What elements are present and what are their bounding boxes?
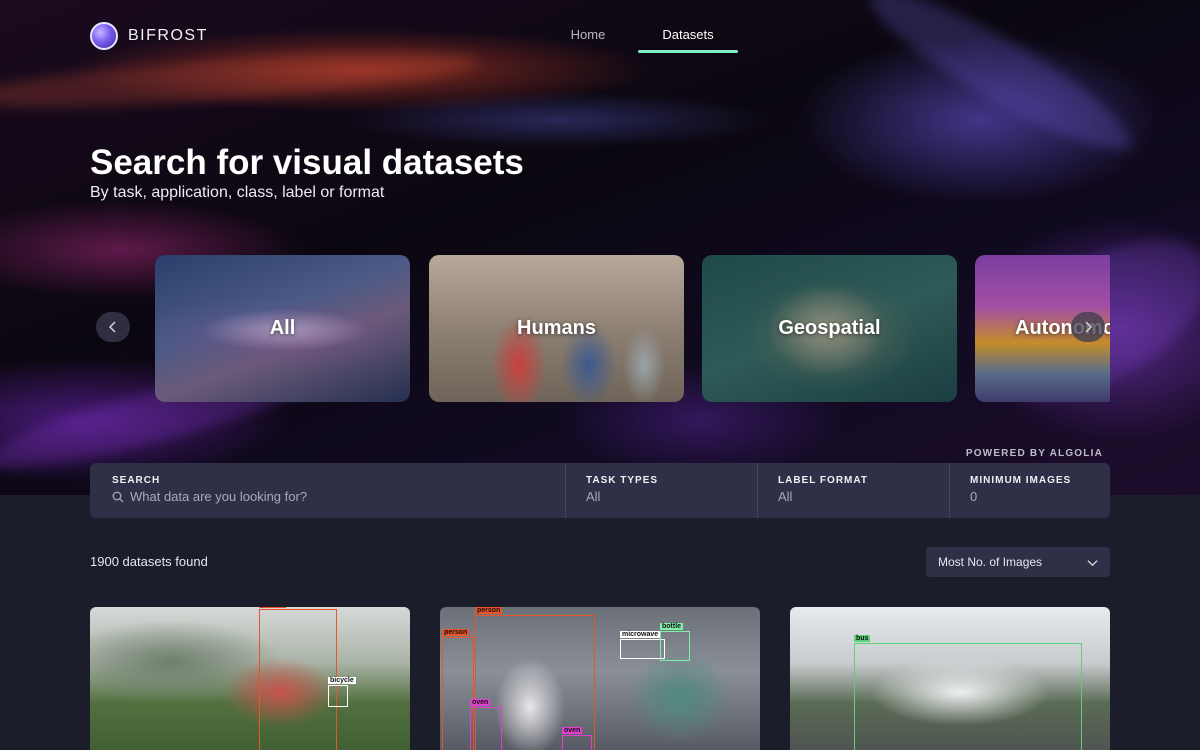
search-field[interactable]: SEARCH bbox=[90, 463, 566, 518]
dataset-card[interactable]: bus bbox=[790, 607, 1110, 750]
bounding-box-label: person bbox=[475, 607, 503, 614]
bounding-box: microwave bbox=[620, 631, 665, 659]
page-title: Search for visual datasets bbox=[90, 143, 524, 182]
bounding-box: bicycle bbox=[328, 677, 356, 707]
task-types-value: All bbox=[586, 489, 601, 504]
logo-icon bbox=[90, 22, 118, 50]
category-card-humans[interactable]: Humans bbox=[429, 255, 684, 402]
nav-item-datasets[interactable]: Datasets bbox=[638, 27, 738, 53]
nav-item-home[interactable]: Home bbox=[538, 27, 638, 53]
bounding-box: person bbox=[259, 607, 337, 750]
search-input[interactable] bbox=[130, 489, 550, 504]
dataset-card[interactable]: person person microwave bottle oven oven bbox=[440, 607, 760, 750]
bounding-box: oven bbox=[562, 727, 592, 750]
minimum-images-filter[interactable]: MINIMUM IMAGES 0 bbox=[950, 463, 1110, 518]
search-icon bbox=[112, 491, 124, 502]
bounding-box-label: bicycle bbox=[328, 677, 356, 684]
powered-by-label: POWERED BY ALGOLIA bbox=[965, 448, 1103, 459]
category-card-all[interactable]: All bbox=[155, 255, 410, 402]
category-card-label: All bbox=[269, 317, 296, 339]
label-format-value: All bbox=[778, 489, 793, 504]
category-card-geospatial[interactable]: Geospatial bbox=[702, 255, 957, 402]
label-format-filter[interactable]: LABEL FORMAT All bbox=[758, 463, 950, 518]
label-format-label: LABEL FORMAT bbox=[778, 475, 868, 486]
category-card-label: Humans bbox=[517, 317, 596, 339]
hero-banner bbox=[0, 0, 1200, 495]
bounding-box-label: bottle bbox=[660, 623, 684, 630]
bounding-box-label: bus bbox=[854, 635, 871, 642]
bounding-box-label: person bbox=[442, 629, 470, 636]
task-types-filter[interactable]: TASK TYPES All bbox=[566, 463, 758, 518]
minimum-images-value: 0 bbox=[970, 489, 978, 504]
chevron-down-icon bbox=[1087, 559, 1098, 566]
search-bar: SEARCH TASK TYPES All LABEL FORMAT All M… bbox=[90, 463, 1110, 518]
bounding-box: bottle bbox=[660, 623, 690, 661]
main-nav: Home Datasets bbox=[560, 27, 738, 53]
carousel-prev-button[interactable] bbox=[96, 312, 130, 342]
chevron-left-icon bbox=[109, 321, 116, 333]
search-label: SEARCH bbox=[112, 475, 161, 486]
page-subtitle: By task, application, class, label or fo… bbox=[90, 184, 385, 201]
chevron-right-icon bbox=[1085, 321, 1092, 333]
brand-logo[interactable]: BIFROST bbox=[90, 22, 208, 50]
hero-light-streak bbox=[855, 0, 1145, 171]
minimum-images-label: MINIMUM IMAGES bbox=[970, 475, 1072, 486]
bounding-box-label: oven bbox=[470, 699, 491, 706]
brand-name: BIFROST bbox=[128, 27, 208, 44]
sort-dropdown[interactable]: Most No. of Images bbox=[926, 547, 1110, 577]
sort-value: Most No. of Images bbox=[938, 555, 1043, 569]
category-card-label: Geospatial bbox=[778, 317, 881, 339]
carousel-next-button[interactable] bbox=[1071, 312, 1105, 342]
category-carousel: All Humans Geospatial Autonomous Vehicle… bbox=[155, 255, 1110, 402]
hero-light-streak bbox=[0, 41, 481, 119]
bounding-box-label: microwave bbox=[620, 631, 661, 638]
dataset-card[interactable]: person bicycle bbox=[90, 607, 410, 750]
results-count: 1900 datasets found bbox=[90, 554, 208, 569]
bounding-box: oven bbox=[470, 699, 502, 750]
bounding-box-label: person bbox=[259, 607, 287, 608]
bounding-box-label: oven bbox=[562, 727, 583, 734]
bounding-box: bus bbox=[854, 635, 1082, 750]
task-types-label: TASK TYPES bbox=[586, 475, 659, 486]
